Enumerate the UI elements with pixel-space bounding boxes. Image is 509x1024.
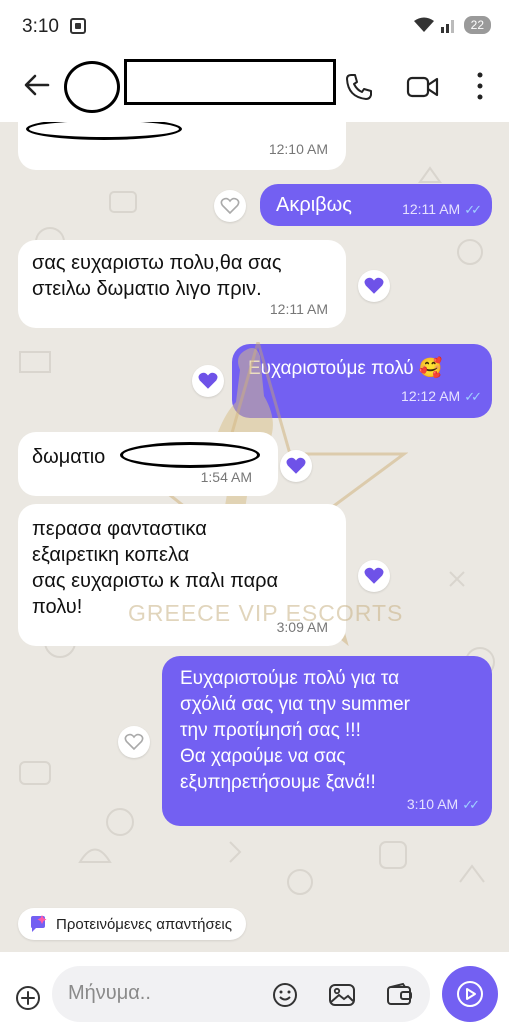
emoji-icon[interactable] <box>272 982 298 1008</box>
battery-icon: 22 <box>463 16 491 34</box>
suggested-replies-button[interactable]: Προτεινόμενες απαντήσεις <box>18 908 246 940</box>
sparkle-chat-icon <box>31 915 47 932</box>
message-composer: Μήνυμα.. <box>0 952 509 1024</box>
signal-icon <box>440 20 454 33</box>
add-attachment-icon[interactable] <box>14 984 42 1012</box>
message-text: δωματιο <box>32 446 106 468</box>
message-input-placeholder: Μήνυμα.. <box>68 982 151 1004</box>
read-ticks-icon: ✓✓ <box>462 797 480 812</box>
chat-header <box>0 52 509 122</box>
read-ticks-icon: ✓✓ <box>464 389 482 404</box>
contact-name[interactable] <box>124 59 336 105</box>
message-time: 3:10 AM ✓✓ <box>407 791 480 818</box>
like-heart-icon[interactable] <box>214 190 246 222</box>
message-time: 12:11 AM ✓✓ <box>402 196 482 223</box>
incoming-message-bubble[interactable]: δωματιο 1:54 AM <box>18 432 278 496</box>
phone-call-icon[interactable] <box>344 72 374 102</box>
status-time: 3:10 <box>22 16 59 37</box>
outgoing-message-bubble[interactable]: Ευχαριστούμε πολύ 🥰 12:12 AM ✓✓ <box>232 344 492 418</box>
incoming-message-bubble[interactable]: σας ευχαριστω πολυ,θα σας στειλω δωματιο… <box>18 240 346 328</box>
send-play-icon <box>457 981 483 1007</box>
message-text: Ακριβως <box>276 194 352 216</box>
message-input[interactable]: Μήνυμα.. <box>52 966 430 1022</box>
message-text: σας ευχαριστω πολυ,θα σας στειλω δωματιο… <box>32 252 282 300</box>
liked-heart-icon[interactable] <box>358 560 390 592</box>
gallery-icon[interactable] <box>328 982 356 1008</box>
outgoing-message-bubble[interactable]: Ακριβως 12:11 AM ✓✓ <box>260 184 492 226</box>
like-heart-icon[interactable] <box>118 726 150 758</box>
wifi-icon <box>413 17 434 32</box>
more-options-icon[interactable] <box>472 70 488 102</box>
suggested-replies-label: Προτεινόμενες απαντήσεις <box>56 915 232 933</box>
read-ticks-icon: ✓✓ <box>464 202 482 217</box>
wallet-icon[interactable] <box>386 982 414 1008</box>
liked-heart-icon[interactable] <box>280 450 312 482</box>
message-time: 12:11 AM <box>269 301 328 317</box>
message-time: 1:54 AM <box>200 469 252 485</box>
screen-record-icon <box>70 18 86 34</box>
incoming-message-bubble[interactable]: 12:10 AM <box>18 122 346 170</box>
message-time: 12:12 AM ✓✓ <box>401 383 482 410</box>
liked-heart-icon[interactable] <box>358 270 390 302</box>
outgoing-message-bubble[interactable]: Ευχαριστούμε πολύ για τα σχόλιά σας για … <box>162 656 492 826</box>
contact-avatar[interactable] <box>64 61 120 113</box>
status-icons: 22 <box>413 16 491 34</box>
status-bar: 3:10 22 <box>0 0 509 52</box>
watermark-text: GREECE VIP ESCORTS <box>128 600 404 626</box>
redaction-mark <box>26 122 182 140</box>
send-button[interactable] <box>442 966 498 1022</box>
message-time: 12:10 AM <box>268 141 328 157</box>
chat-area[interactable]: 12:10 AM Ακριβως 12:11 AM ✓✓ σας ευχαριστ… <box>0 122 509 952</box>
video-call-icon[interactable] <box>406 74 440 100</box>
liked-heart-icon[interactable] <box>192 365 224 397</box>
message-text: Ευχαριστούμε πολύ για τα σχόλιά σας για … <box>180 668 410 793</box>
back-arrow-icon[interactable] <box>22 70 52 100</box>
message-text: Ευχαριστούμε πολύ 🥰 <box>248 358 443 379</box>
